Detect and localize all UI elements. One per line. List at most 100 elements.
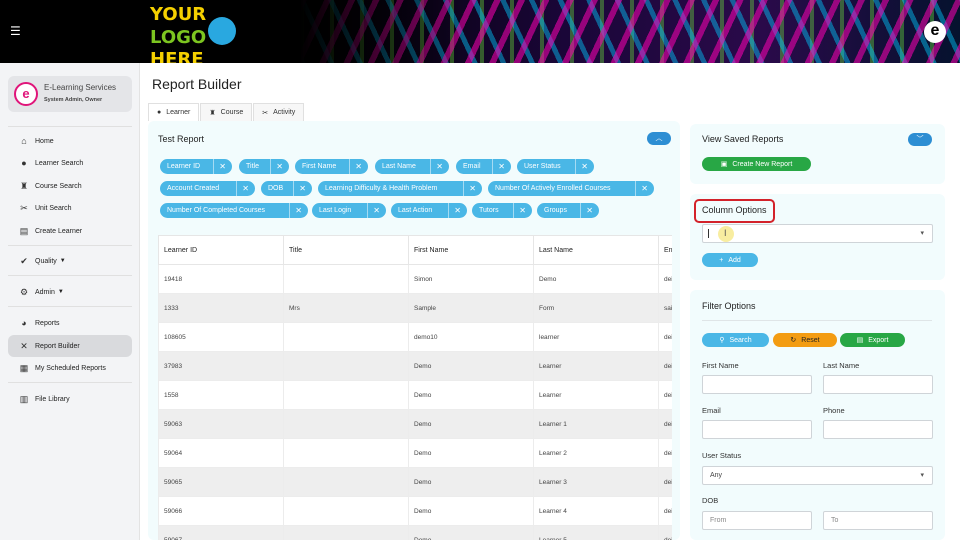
hamburger-menu-icon[interactable]: ☰ (10, 25, 21, 37)
column-chip[interactable]: Title ✕ (239, 159, 289, 174)
column-chip[interactable]: DOB ✕ (261, 181, 312, 196)
sidebar-item-reports[interactable]: ◕ Reports (8, 312, 132, 334)
search-icon: ⚲ (719, 337, 725, 344)
sidebar-item-home[interactable]: ⌂ Home (8, 130, 132, 152)
column-chip[interactable]: Number Of Actively Enrolled Courses ✕ (488, 181, 654, 196)
saved-reports-panel (690, 124, 945, 184)
table-cell: Demo (408, 438, 534, 468)
remove-chip-icon[interactable]: ✕ (295, 203, 302, 218)
table-cell: Demo (408, 351, 534, 381)
logo-line-3: HERE (150, 49, 204, 64)
header-brand-icon[interactable]: e (924, 21, 946, 43)
table-cell: Learner 5 (533, 525, 659, 540)
remove-chip-icon[interactable]: ✕ (469, 181, 476, 196)
collapse-report-button[interactable]: ︿ (647, 132, 671, 145)
company-logo: YOUR LOGO HERE (150, 6, 240, 63)
remove-chip-icon[interactable]: ✕ (498, 159, 505, 174)
table-cell: dei (658, 322, 672, 352)
sidebar-item-create-learner[interactable]: ▤ Create Learner (8, 220, 132, 242)
last-name-input[interactable] (823, 375, 933, 394)
expand-saved-reports-button[interactable]: ﹀ (908, 133, 932, 146)
table-row: 108605 demo10 learner dei (158, 322, 672, 352)
table-cell (283, 409, 409, 439)
export-button[interactable]: ▤ Export (840, 333, 905, 347)
column-chip[interactable]: Last Name ✕ (375, 159, 449, 174)
sidebar-item-learner-search[interactable]: ● Learner Search (8, 152, 132, 174)
remove-chip-icon[interactable]: ✕ (454, 203, 461, 218)
table-row: 59063 Demo Learner 1 dei (158, 409, 672, 439)
column-chip[interactable]: Tutors ✕ (472, 203, 532, 218)
sidebar-item-unit-search[interactable]: ✂ Unit Search (8, 197, 132, 219)
search-button[interactable]: ⚲ Search (702, 333, 769, 347)
column-chip[interactable]: Last Action ✕ (391, 203, 467, 218)
remove-chip-icon[interactable]: ✕ (242, 181, 249, 196)
remove-chip-icon[interactable]: ✕ (581, 159, 588, 174)
column-header[interactable]: Last Name (533, 235, 659, 265)
text-caret (708, 229, 709, 238)
column-chip[interactable]: Last Login ✕ (312, 203, 386, 218)
reset-button[interactable]: ↻ Reset (773, 333, 837, 347)
dob-from-input[interactable]: From (702, 511, 812, 530)
table-row: 59067 Demo Learner 5 dei (158, 525, 672, 540)
table-cell: Learner 4 (533, 496, 659, 526)
pie-chart-icon: ◕ (21, 318, 27, 328)
sidebar-divider (8, 245, 132, 246)
table-cell: 59067 (158, 525, 284, 540)
tab-course[interactable]: ♜ Course (200, 103, 253, 121)
sidebar-item-report-builder[interactable]: ✕ Report Builder (8, 335, 132, 357)
table-cell (283, 351, 409, 381)
column-chip[interactable]: Learning Difficulty & Health Problem ✕ (318, 181, 482, 196)
column-header[interactable]: En (658, 235, 672, 265)
user-status-select[interactable]: Any ▾ (702, 466, 933, 485)
column-chip[interactable]: Number Of Completed Courses ✕ (160, 203, 308, 218)
table-cell: dei (658, 409, 672, 439)
column-select[interactable]: ▾ (702, 224, 933, 243)
table-cell (283, 525, 409, 540)
create-new-report-button[interactable]: ▣ Create New Report (702, 157, 811, 171)
table-cell: Demo (408, 525, 534, 540)
email-input[interactable] (702, 420, 812, 439)
first-name-label: First Name (702, 361, 739, 370)
page-title: Report Builder (152, 76, 242, 92)
phone-input[interactable] (823, 420, 933, 439)
brand-logo-icon: e (14, 82, 38, 106)
column-chip[interactable]: Email ✕ (456, 159, 511, 174)
dob-to-input[interactable]: To (823, 511, 933, 530)
table-cell: 1558 (158, 380, 284, 410)
table-cell: 1333 (158, 293, 284, 323)
chevron-down-icon: ▾ (920, 472, 924, 479)
remove-chip-icon[interactable]: ✕ (355, 159, 362, 174)
remove-chip-icon[interactable]: ✕ (519, 203, 526, 218)
sidebar-item-course-search[interactable]: ♜ Course Search (8, 175, 132, 197)
caret-down-icon: ▼ (59, 258, 66, 264)
sidebar-item-admin[interactable]: ⚙ Admin ▼ (8, 281, 132, 303)
tab-activity[interactable]: ✂ Activity (253, 103, 305, 121)
sidebar-brand-card[interactable]: e E-Learning Services System Admin, Owne… (8, 76, 132, 112)
sidebar-item-quality[interactable]: ✔ Quality ▼ (8, 250, 132, 272)
column-chip[interactable]: Learner ID ✕ (160, 159, 232, 174)
column-chip[interactable]: User Status ✕ (517, 159, 594, 174)
remove-chip-icon[interactable]: ✕ (299, 181, 306, 196)
remove-chip-icon[interactable]: ✕ (219, 159, 226, 174)
column-chip[interactable]: First Name ✕ (295, 159, 368, 174)
column-chip[interactable]: Account Created ✕ (160, 181, 255, 196)
remove-chip-icon[interactable]: ✕ (641, 181, 648, 196)
check-circle-icon: ✔ (20, 255, 28, 266)
remove-chip-icon[interactable]: ✕ (373, 203, 380, 218)
first-name-input[interactable] (702, 375, 812, 394)
column-header[interactable]: First Name (408, 235, 534, 265)
remove-chip-icon[interactable]: ✕ (586, 203, 593, 218)
remove-chip-icon[interactable]: ✕ (276, 159, 283, 174)
column-header[interactable]: Learner ID (158, 235, 284, 265)
tab-learner[interactable]: ● Learner (148, 103, 200, 121)
column-chip[interactable]: Groups ✕ (537, 203, 599, 218)
column-options-title: Column Options (702, 205, 767, 215)
table-cell: Simon (408, 264, 534, 294)
sidebar-item-my-scheduled-reports[interactable]: ▦ My Scheduled Reports (8, 357, 132, 379)
sidebar-item-file-library[interactable]: ▥ File Library (8, 388, 132, 410)
table-cell: Learner 1 (533, 409, 659, 439)
add-column-button[interactable]: + Add (702, 253, 758, 267)
column-header[interactable]: Title (283, 235, 409, 265)
last-name-label: Last Name (823, 361, 860, 370)
remove-chip-icon[interactable]: ✕ (436, 159, 443, 174)
